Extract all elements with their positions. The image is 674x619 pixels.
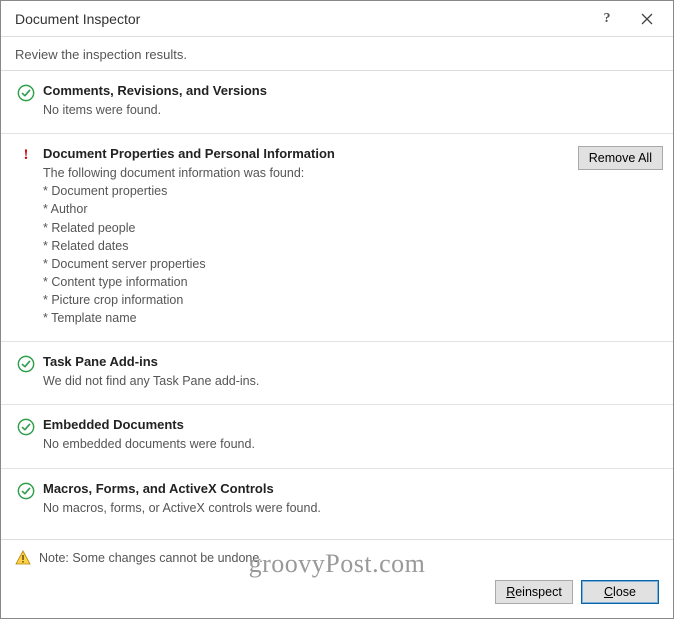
- section-status-icon: [17, 481, 39, 503]
- section-status-icon: !: [17, 146, 39, 164]
- reinspect-button[interactable]: Reinspect: [495, 580, 573, 604]
- section-title: Embedded Documents: [43, 417, 663, 432]
- found-item: * Picture crop information: [43, 291, 572, 309]
- section-message: No macros, forms, or ActiveX controls we…: [43, 499, 663, 517]
- found-item: * Related people: [43, 219, 572, 237]
- found-item: * Author: [43, 200, 572, 218]
- checkmark-icon: [17, 418, 35, 436]
- section-message: The following document information was f…: [43, 164, 572, 327]
- found-item: * Related dates: [43, 237, 572, 255]
- section-body: Macros, Forms, and ActiveX Controls No ma…: [39, 481, 663, 517]
- result-section: Task Pane Add-ins We did not find any Tas…: [1, 342, 673, 405]
- section-status-icon: [17, 354, 39, 376]
- instruction-text: Review the inspection results.: [1, 37, 673, 70]
- close-icon: [641, 13, 653, 25]
- section-status-icon: [17, 417, 39, 439]
- dialog-footer: Note: Some changes cannot be undone. Rei…: [1, 540, 673, 618]
- checkmark-icon: [17, 84, 35, 102]
- section-body: Embedded Documents No embedded documents …: [39, 417, 663, 453]
- remove-all-button[interactable]: Remove All: [578, 146, 663, 170]
- found-item: * Document properties: [43, 182, 572, 200]
- help-button[interactable]: ?: [587, 5, 627, 33]
- section-message: No embedded documents were found.: [43, 435, 663, 453]
- section-message: No items were found.: [43, 101, 663, 119]
- results-list[interactable]: Comments, Revisions, and Versions No item…: [1, 70, 673, 540]
- found-item: * Template name: [43, 309, 572, 327]
- footer-note: Note: Some changes cannot be undone.: [39, 551, 263, 565]
- warning-icon: [15, 550, 31, 566]
- section-title: Task Pane Add-ins: [43, 354, 663, 369]
- checkmark-icon: [17, 482, 35, 500]
- window-title: Document Inspector: [15, 11, 587, 27]
- section-message: We did not find any Task Pane add-ins.: [43, 372, 663, 390]
- section-body: Task Pane Add-ins We did not find any Tas…: [39, 354, 663, 390]
- checkmark-icon: [17, 355, 35, 373]
- section-body: Comments, Revisions, and Versions No item…: [39, 83, 663, 119]
- section-title: Macros, Forms, and ActiveX Controls: [43, 481, 663, 496]
- alert-icon: !: [17, 147, 35, 164]
- result-section: ! Document Properties and Personal Inform…: [1, 134, 673, 342]
- found-item: * Document server properties: [43, 255, 572, 273]
- titlebar: Document Inspector ?: [1, 1, 673, 37]
- section-body: Document Properties and Personal Informa…: [39, 146, 572, 327]
- close-button[interactable]: Close: [581, 580, 659, 604]
- section-title: Document Properties and Personal Informa…: [43, 146, 572, 161]
- result-section: Macros, Forms, and ActiveX Controls No ma…: [1, 469, 673, 531]
- found-item: * Content type information: [43, 273, 572, 291]
- section-action: Remove All: [578, 146, 663, 170]
- close-window-button[interactable]: [627, 5, 667, 33]
- result-section: Comments, Revisions, and Versions No item…: [1, 71, 673, 134]
- section-status-icon: [17, 83, 39, 105]
- result-section: Embedded Documents No embedded documents …: [1, 405, 673, 468]
- section-title: Comments, Revisions, and Versions: [43, 83, 663, 98]
